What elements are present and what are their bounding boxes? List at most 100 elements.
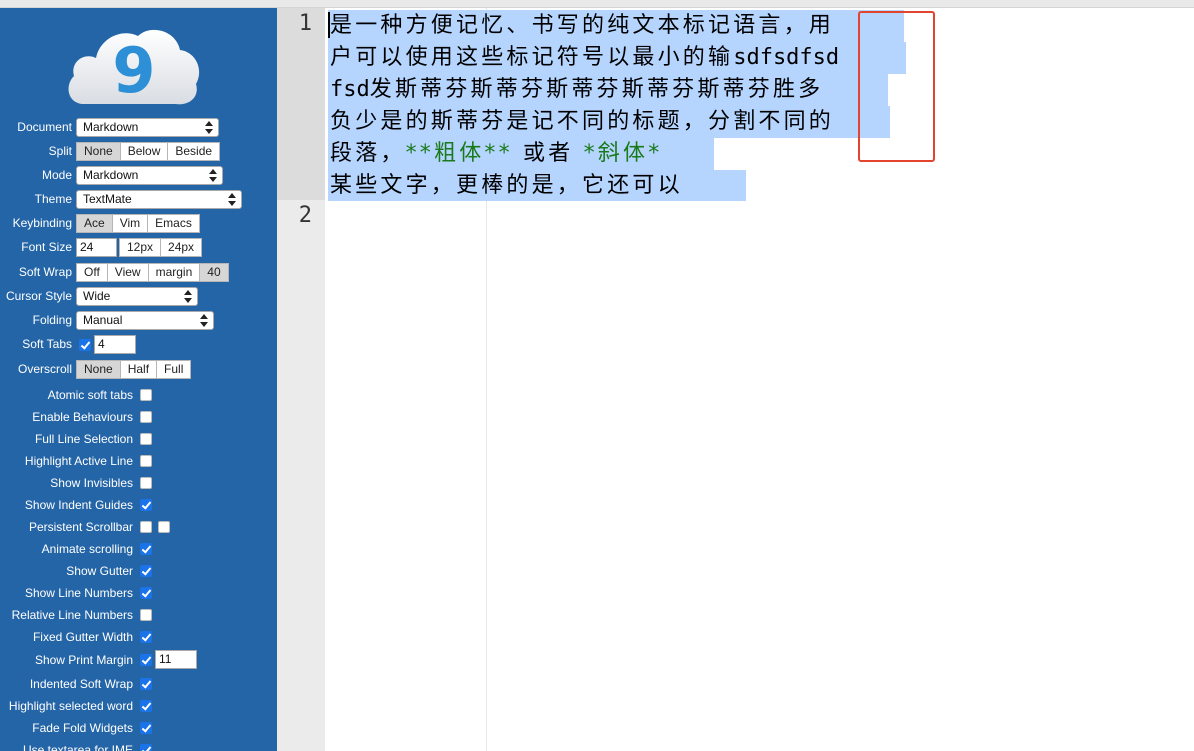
markdown-italic-text: *斜体* [583, 141, 663, 166]
print-margin-input[interactable]: 11 [155, 650, 197, 669]
overscroll-label: Overscroll [17, 362, 72, 376]
highlight-selected-word-checkbox[interactable] [140, 700, 152, 712]
persistent-scrollbar-h-checkbox[interactable] [158, 521, 170, 533]
use-textarea-for-ime-checkbox[interactable] [140, 744, 152, 751]
option-persistent-scrollbar: Persistent Scrollbar [0, 516, 277, 538]
option-label: Fixed Gutter Width [32, 630, 133, 644]
setting-mode: Mode Markdown [0, 164, 277, 188]
option-label: Show Gutter [66, 564, 133, 578]
font-size-24px-button[interactable]: 24px [160, 238, 203, 257]
option-highlight-active-line: Highlight Active Line [0, 450, 277, 472]
option-enable-behaviours: Enable Behaviours [0, 406, 277, 428]
option-fixed-gutter-width: Fixed Gutter Width [0, 626, 277, 648]
overscroll-full-button[interactable]: Full [156, 360, 192, 379]
keybinding-ace-button[interactable]: Ace [76, 214, 113, 233]
option-label: Full Line Selection [34, 432, 133, 446]
option-label: Highlight selected word [8, 699, 133, 713]
option-fade-fold-widgets: Fade Fold Widgets [0, 717, 277, 739]
option-label: Relative Line Numbers [11, 608, 133, 622]
theme-label: Theme [34, 192, 72, 206]
keybinding-label: Keybinding [12, 216, 72, 230]
cloud-logo-icon: 9 [68, 29, 200, 107]
soft-tabs-checkbox[interactable] [79, 338, 91, 351]
soft-wrap-40-button[interactable]: 40 [199, 263, 229, 282]
gutter-active-region [277, 8, 325, 200]
option-label: Use textarea for IME [22, 743, 133, 751]
soft-wrap-margin-button[interactable]: margin [147, 263, 201, 282]
document-select[interactable]: Markdown [76, 118, 219, 137]
option-label: Highlight Active Line [24, 454, 133, 468]
text-run: sdfsdfsd [733, 45, 840, 70]
fade-fold-widgets-checkbox[interactable] [140, 722, 152, 734]
option-label: Show Invisibles [50, 476, 133, 490]
option-label: Atomic soft tabs [47, 388, 133, 402]
line-number: 1 [298, 11, 312, 36]
overscroll-half-button[interactable]: Half [119, 360, 158, 379]
editor-line: 户可以使用这些标记符号以最小的输sdfsdfsd [330, 42, 839, 74]
option-relative-line-numbers: Relative Line Numbers [0, 604, 277, 626]
split-beside-button[interactable]: Beside [167, 142, 221, 161]
option-highlight-selected-word: Highlight selected word [0, 695, 277, 717]
setting-theme: Theme TextMate [0, 188, 277, 212]
enable-behaviours-checkbox[interactable] [140, 411, 152, 423]
overscroll-none-button[interactable]: None [76, 360, 121, 379]
option-label: Show Print Margin [34, 653, 133, 667]
option-show-line-numbers: Show Line Numbers [0, 582, 277, 604]
mode-select[interactable]: Markdown [76, 166, 223, 185]
editor-line: 是一种方便记忆、书写的纯文本标记语言，用 [330, 13, 835, 38]
editor-line: 负少是的斯蒂芬是记不同的标题，分割不同的 [330, 109, 835, 134]
show-gutter-checkbox[interactable] [140, 565, 152, 577]
option-show-gutter: Show Gutter [0, 560, 277, 582]
show-line-numbers-checkbox[interactable] [140, 587, 152, 599]
setting-split: Split None Below Beside [0, 140, 277, 164]
editor-gutter[interactable]: 1 2 [277, 8, 325, 751]
soft-wrap-off-button[interactable]: Off [76, 263, 108, 282]
setting-cursor-style: Cursor Style Wide [0, 285, 277, 309]
relative-line-numbers-checkbox[interactable] [140, 609, 152, 621]
setting-font-size: Font Size 24 12px 24px [0, 236, 277, 260]
option-label: Indented Soft Wrap [29, 677, 133, 691]
show-print-margin-checkbox[interactable] [140, 654, 152, 666]
settings-sidebar: 9 Document Markdown Split None Below Bes… [0, 8, 277, 751]
option-full-line-selection: Full Line Selection [0, 428, 277, 450]
setting-document: Document Markdown [0, 116, 277, 140]
indented-soft-wrap-checkbox[interactable] [140, 678, 152, 690]
keybinding-emacs-button[interactable]: Emacs [147, 214, 200, 233]
theme-select[interactable]: TextMate [76, 190, 242, 209]
option-indented-soft-wrap: Indented Soft Wrap [0, 673, 277, 695]
show-indent-guides-checkbox[interactable] [140, 499, 152, 511]
text-run: 或者 [512, 141, 584, 166]
text-run: 户可以使用这些标记符号以最小的输 [330, 45, 734, 70]
split-none-button[interactable]: None [76, 142, 121, 161]
font-size-12px-button[interactable]: 12px [119, 238, 162, 257]
highlight-active-line-checkbox[interactable] [140, 455, 152, 467]
option-show-invisibles: Show Invisibles [0, 472, 277, 494]
option-label: Animate scrolling [41, 542, 133, 556]
option-atomic-soft-tabs: Atomic soft tabs [0, 384, 277, 406]
text-cursor [328, 12, 330, 38]
setting-folding: Folding Manual [0, 309, 277, 333]
tab-size-input[interactable]: 4 [94, 335, 136, 354]
show-invisibles-checkbox[interactable] [140, 477, 152, 489]
select-arrows-icon [228, 193, 236, 206]
soft-tabs-label: Soft Tabs [22, 337, 72, 351]
select-arrows-icon [184, 290, 192, 303]
full-line-selection-checkbox[interactable] [140, 433, 152, 445]
cursor-style-select[interactable]: Wide [76, 287, 198, 306]
split-below-button[interactable]: Below [119, 142, 169, 161]
animate-scrolling-checkbox[interactable] [140, 543, 152, 555]
persistent-scrollbar-v-checkbox[interactable] [140, 521, 152, 533]
editor-text-area[interactable]: 是一种方便记忆、书写的纯文本标记语言，用 户可以使用这些标记符号以最小的输sdf… [325, 8, 1194, 751]
select-arrows-icon [200, 314, 208, 327]
text-run: 发斯蒂芬斯蒂芬斯蒂芬斯蒂芬斯蒂芬胜多 [369, 77, 824, 102]
fixed-gutter-width-checkbox[interactable] [140, 631, 152, 643]
soft-wrap-view-button[interactable]: View [106, 263, 149, 282]
keybinding-vim-button[interactable]: Vim [111, 214, 149, 233]
atomic-soft-tabs-checkbox[interactable] [140, 389, 152, 401]
folding-select[interactable]: Manual [76, 311, 214, 330]
text-run: 段落， [330, 141, 406, 166]
font-size-input[interactable]: 24 [76, 238, 117, 257]
option-use-textarea-for-ime: Use textarea for IME [0, 739, 277, 751]
option-label: Fade Fold Widgets [32, 721, 133, 735]
select-arrows-icon [209, 169, 217, 182]
